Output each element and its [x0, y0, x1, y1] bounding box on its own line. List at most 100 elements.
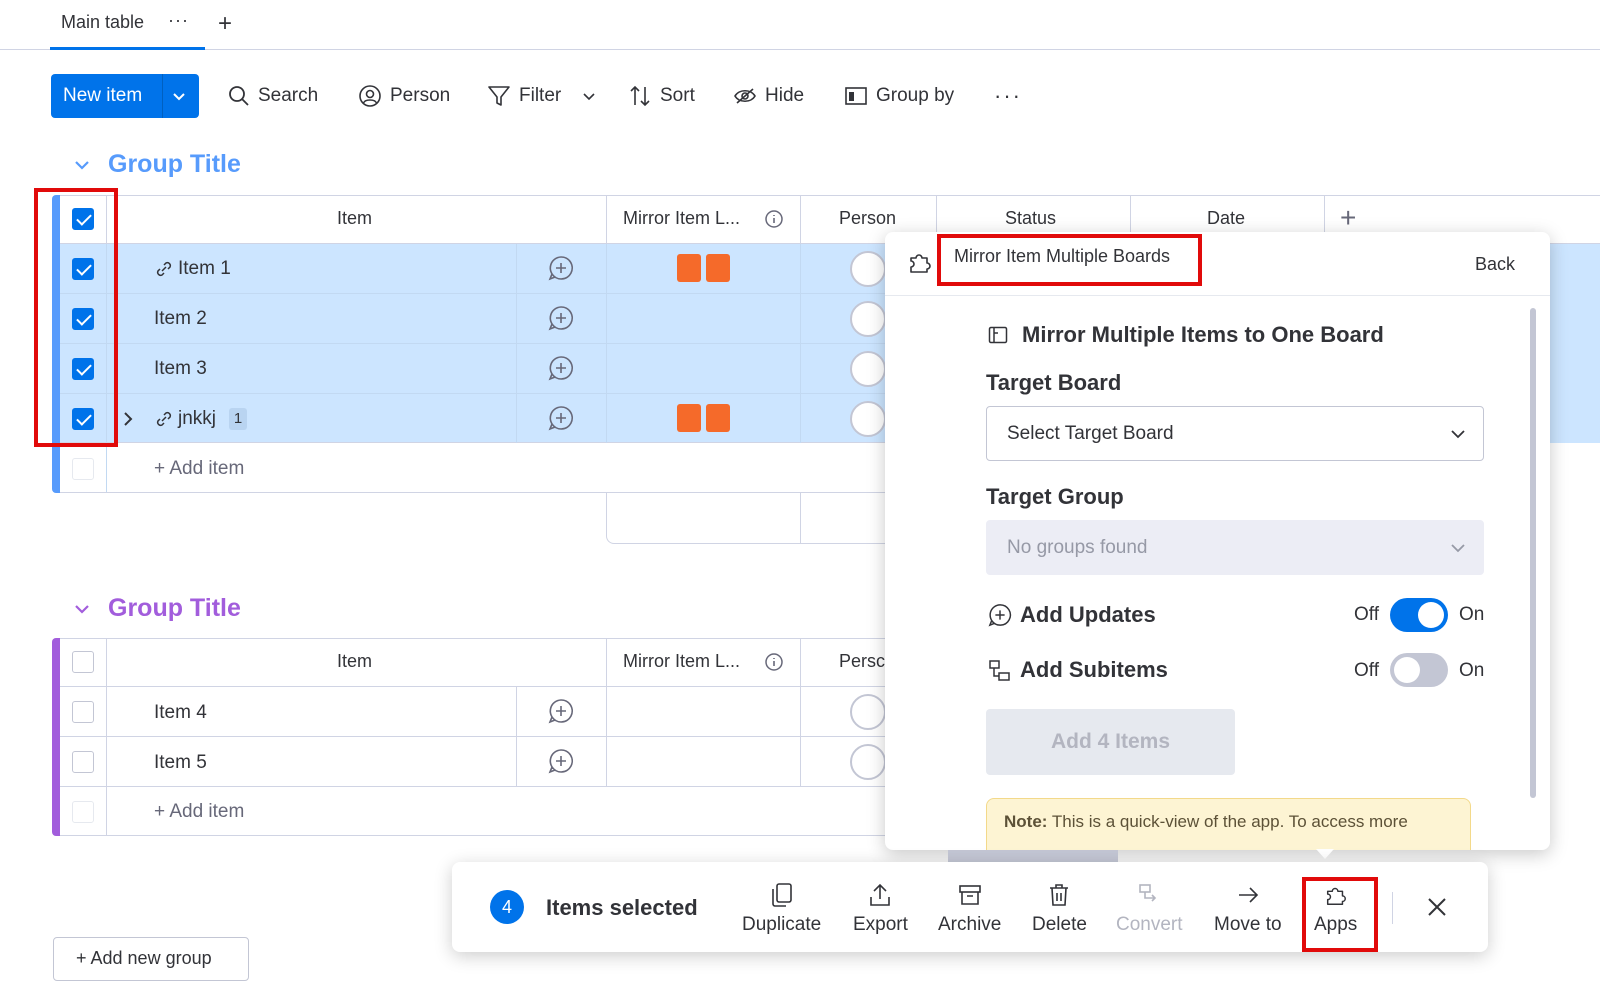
target-group-select[interactable]: No groups found	[986, 520, 1484, 575]
group-by-label[interactable]: Group by	[876, 85, 954, 107]
group-collapse-icon[interactable]	[73, 156, 91, 174]
search-label[interactable]: Search	[258, 85, 318, 107]
convert-label[interactable]: Convert	[1116, 914, 1183, 936]
add-new-group-button[interactable]: + Add new group	[53, 937, 249, 981]
group-title[interactable]: Group Title	[108, 150, 241, 179]
subitems-icon	[988, 659, 1012, 683]
note-box: Note: This is a quick-view of the app. T…	[986, 798, 1471, 850]
filter-icon	[487, 84, 511, 108]
tab-more-icon[interactable]: ···	[168, 10, 189, 31]
item-name[interactable]: Item 1	[178, 258, 231, 280]
export-label[interactable]: Export	[853, 914, 908, 936]
group-by-button[interactable]: Group by	[844, 80, 954, 112]
more-actions-button[interactable]: ···	[994, 80, 1022, 112]
column-header-status[interactable]: Status	[1005, 208, 1056, 229]
group-collapse-icon[interactable]	[73, 600, 91, 618]
archive-button[interactable]: Archive	[938, 882, 1001, 936]
filter-button[interactable]: Filter	[487, 80, 597, 112]
group-by-icon	[844, 84, 868, 108]
file-icon[interactable]	[706, 404, 730, 432]
archive-label[interactable]: Archive	[938, 914, 1001, 936]
item-name[interactable]: Item 2	[154, 308, 207, 330]
column-header-date[interactable]: Date	[1207, 208, 1245, 229]
sort-label[interactable]: Sort	[660, 85, 695, 107]
trash-icon	[1047, 882, 1071, 908]
row-divider	[60, 786, 886, 787]
export-button[interactable]: Export	[853, 882, 908, 936]
item-name[interactable]: Item 4	[154, 702, 207, 724]
duplicate-button[interactable]: Duplicate	[742, 882, 821, 936]
chevron-down-icon[interactable]	[171, 88, 187, 104]
row-divider	[60, 293, 886, 294]
chevron-down-icon[interactable]	[1449, 425, 1467, 443]
row-checkbox[interactable]	[72, 701, 94, 723]
person-avatar[interactable]	[850, 251, 886, 287]
column-header-item[interactable]: Item	[337, 651, 372, 672]
person-label[interactable]: Person	[390, 85, 450, 107]
move-to-label[interactable]: Move to	[1214, 914, 1282, 936]
column-header-mirror[interactable]: Mirror Item L...	[623, 208, 740, 229]
item-name[interactable]: Item 5	[154, 752, 207, 774]
chevron-right-icon[interactable]	[120, 410, 136, 428]
sort-button[interactable]: Sort	[628, 80, 695, 112]
add-update-icon[interactable]	[548, 748, 574, 774]
close-icon[interactable]	[1426, 896, 1448, 918]
person-icon	[358, 84, 382, 108]
file-icon[interactable]	[677, 254, 701, 282]
add-update-icon[interactable]	[548, 405, 574, 431]
column-header-person[interactable]: Person	[839, 208, 896, 229]
file-icon[interactable]	[706, 254, 730, 282]
info-icon[interactable]	[764, 209, 784, 229]
puzzle-icon	[907, 249, 933, 275]
person-avatar[interactable]	[850, 351, 886, 387]
back-button[interactable]: Back	[1475, 254, 1515, 275]
row-checkbox[interactable]	[72, 751, 94, 773]
new-item-label[interactable]: New item	[63, 85, 142, 107]
column-header-mirror[interactable]: Mirror Item L...	[623, 651, 740, 672]
add-view-button[interactable]: +	[218, 10, 232, 38]
info-icon[interactable]	[764, 652, 784, 672]
person-avatar[interactable]	[850, 694, 886, 730]
delete-button[interactable]: Delete	[1032, 882, 1087, 936]
target-board-select[interactable]: Select Target Board	[986, 406, 1484, 461]
search-button[interactable]: Search	[228, 80, 318, 112]
add-column-button[interactable]: +	[1340, 202, 1356, 234]
add-item-input[interactable]: + Add item	[154, 801, 244, 823]
app-quick-view-panel: Mirror Item Multiple Boards Back Mirror …	[885, 232, 1550, 850]
add-subitems-label: Add Subitems	[1020, 657, 1168, 682]
person-filter-button[interactable]: Person	[358, 80, 450, 112]
panel-scrollbar[interactable]	[1530, 308, 1536, 798]
convert-button[interactable]: Convert	[1116, 882, 1183, 936]
add-update-icon[interactable]	[548, 305, 574, 331]
person-avatar[interactable]	[850, 744, 886, 780]
person-avatar[interactable]	[850, 401, 886, 437]
group-title[interactable]: Group Title	[108, 594, 241, 623]
chevron-down-icon[interactable]	[581, 88, 597, 104]
new-item-button[interactable]: New item	[51, 74, 199, 118]
tab-main-table-label[interactable]: Main table	[61, 12, 144, 33]
select-all-checkbox[interactable]	[72, 651, 94, 673]
column-header-person[interactable]: Persc	[839, 651, 885, 672]
subitems-count-badge[interactable]: 1	[229, 408, 247, 430]
add-update-icon[interactable]	[548, 355, 574, 381]
target-board-placeholder[interactable]: Select Target Board	[1007, 423, 1174, 445]
file-icon[interactable]	[677, 404, 701, 432]
target-group-placeholder[interactable]: No groups found	[1007, 537, 1148, 559]
add-update-icon[interactable]	[548, 255, 574, 281]
item-name[interactable]: Item 3	[154, 358, 207, 380]
hide-button[interactable]: Hide	[733, 80, 804, 112]
add-updates-toggle[interactable]	[1390, 598, 1448, 632]
add-update-icon[interactable]	[548, 698, 574, 724]
column-header-item[interactable]: Item	[337, 208, 372, 229]
add-item-input[interactable]: + Add item	[154, 458, 244, 480]
move-to-button[interactable]: Move to	[1214, 882, 1282, 936]
filter-label[interactable]: Filter	[519, 85, 561, 107]
hide-label[interactable]: Hide	[765, 85, 804, 107]
item-name[interactable]: jnkkj	[178, 408, 216, 430]
person-avatar[interactable]	[850, 301, 886, 337]
duplicate-label[interactable]: Duplicate	[742, 914, 821, 936]
add-subitems-toggle[interactable]	[1390, 653, 1448, 687]
add-items-button[interactable]: Add 4 Items	[986, 709, 1235, 775]
chevron-down-icon[interactable]	[1449, 539, 1467, 557]
delete-label[interactable]: Delete	[1032, 914, 1087, 936]
